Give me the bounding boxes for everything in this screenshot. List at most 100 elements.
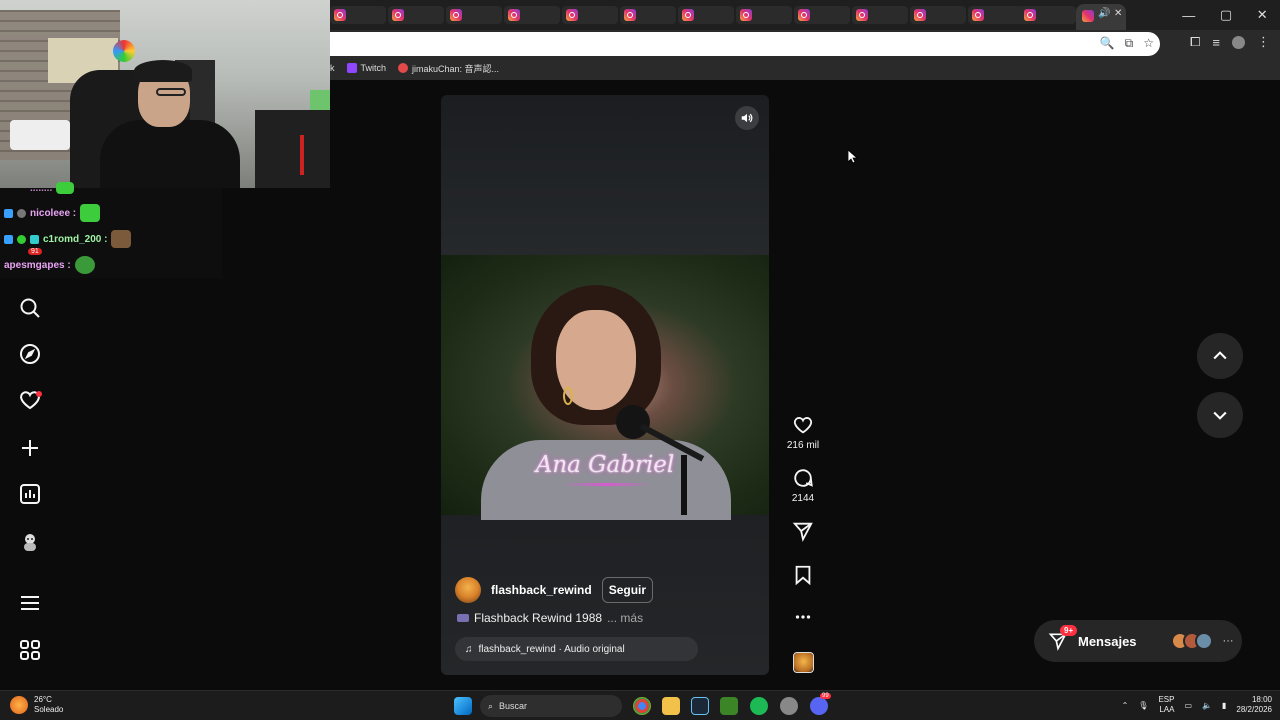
browser-tab[interactable] bbox=[330, 6, 386, 24]
windows-start-icon[interactable] bbox=[454, 697, 472, 715]
instagram-icon bbox=[856, 9, 868, 21]
notification-dot bbox=[36, 391, 42, 397]
chart-icon bbox=[20, 484, 40, 504]
chat-emote bbox=[80, 204, 101, 222]
url-input[interactable]: 🔍 ⧉ ☆ bbox=[330, 32, 1160, 56]
browser-toolbar: ⧠ ≡ ⋮ bbox=[1190, 34, 1270, 50]
minimize-button[interactable]: — bbox=[1182, 8, 1195, 23]
reel-video[interactable]: Ana Gabriel bbox=[441, 255, 769, 520]
app-icon[interactable] bbox=[780, 697, 798, 715]
file-explorer-icon[interactable] bbox=[662, 697, 680, 715]
chat-emote bbox=[56, 182, 75, 194]
browser-tab-active[interactable]: 🔊 ✕ bbox=[1076, 4, 1126, 30]
address-bar-row: 🔍 ⧉ ☆ ⧠ ≡ ⋮ bbox=[330, 30, 1280, 56]
discord-badge: 99 bbox=[820, 693, 831, 699]
share-action[interactable] bbox=[783, 520, 823, 545]
browser-tab[interactable] bbox=[620, 6, 676, 24]
browser-tab[interactable] bbox=[852, 6, 908, 24]
messages-button[interactable]: 9+ Mensajes ··· bbox=[1034, 620, 1242, 662]
kebab-menu-icon[interactable]: ⋮ bbox=[1257, 34, 1270, 50]
streamer-body bbox=[100, 120, 240, 188]
plant bbox=[310, 90, 330, 110]
browser-tab[interactable] bbox=[968, 6, 1024, 24]
weather-widget[interactable]: 26°C Soleado bbox=[10, 695, 63, 715]
browser-tab[interactable] bbox=[388, 6, 444, 24]
battery-icon[interactable]: ▮ bbox=[1222, 701, 1226, 710]
browser-tab[interactable] bbox=[678, 6, 734, 24]
volume-icon[interactable]: 🔈 bbox=[1202, 701, 1212, 710]
maximize-button[interactable]: ▢ bbox=[1220, 7, 1232, 23]
previous-reel-button[interactable] bbox=[1197, 333, 1243, 379]
avatar bbox=[1194, 632, 1213, 650]
profile-avatar[interactable] bbox=[1232, 35, 1245, 49]
speaker-icon[interactable]: 🔊 bbox=[1098, 8, 1110, 19]
browser-tab[interactable] bbox=[794, 6, 850, 24]
wall-clock bbox=[113, 40, 135, 62]
chrome-icon[interactable] bbox=[633, 697, 651, 715]
author-username[interactable]: flashback_rewind bbox=[491, 583, 592, 597]
zoom-icon[interactable]: 🔍 bbox=[1100, 36, 1115, 51]
steam-icon[interactable] bbox=[691, 697, 709, 715]
chevron-up-icon[interactable]: ⌃ bbox=[1122, 701, 1129, 710]
instagram-icon bbox=[1024, 9, 1036, 21]
mute-button[interactable] bbox=[735, 106, 759, 130]
browser-tab[interactable] bbox=[1020, 6, 1076, 24]
nav-also-from-meta[interactable] bbox=[18, 638, 42, 662]
nav-notifications[interactable] bbox=[18, 388, 42, 412]
discord-icon[interactable] bbox=[810, 697, 828, 715]
nav-search[interactable] bbox=[18, 296, 42, 320]
cassette-icon bbox=[457, 614, 469, 622]
close-tab-icon[interactable]: ✕ bbox=[1114, 8, 1122, 19]
like-action[interactable]: 216 mil bbox=[783, 414, 823, 451]
star-icon[interactable]: ☆ bbox=[1143, 36, 1154, 51]
reel-card[interactable]: Ana Gabriel flashback_rewind Seguir Flas… bbox=[441, 95, 769, 675]
microphone-icon[interactable]: 🎙 bbox=[1138, 701, 1148, 710]
monitor-light bbox=[300, 135, 304, 175]
more-options-action[interactable] bbox=[783, 606, 823, 631]
nav-dashboard[interactable] bbox=[18, 482, 42, 506]
bookmarks-bar: k Twitch jimakuChan: 音声認... bbox=[330, 56, 1280, 80]
nav-profile[interactable] bbox=[18, 530, 42, 554]
bookmark-icon bbox=[795, 565, 811, 586]
media-icon[interactable]: ≡ bbox=[1212, 35, 1220, 50]
comment-action[interactable]: 2144 bbox=[783, 467, 823, 504]
browser-tab[interactable] bbox=[504, 6, 560, 24]
chat-username: apesmgapes : bbox=[4, 259, 71, 271]
language-indicator[interactable]: ESP LAA bbox=[1158, 695, 1174, 715]
browser-tab[interactable] bbox=[446, 6, 502, 24]
next-reel-button[interactable] bbox=[1197, 392, 1243, 438]
stream-chat: ........ nicoleee : c1romd_200 : apesmga… bbox=[0, 182, 222, 278]
nav-more[interactable] bbox=[18, 591, 42, 615]
more-link[interactable]: ... más bbox=[607, 611, 643, 625]
streamer-hair bbox=[134, 60, 192, 82]
nav-explore[interactable] bbox=[18, 342, 42, 366]
send-icon bbox=[792, 522, 813, 542]
install-icon[interactable]: ⧉ bbox=[1125, 36, 1134, 51]
bookmark-jimakuchan[interactable]: jimakuChan: 音声認... bbox=[398, 62, 499, 75]
bookmark-item[interactable]: k bbox=[330, 63, 335, 73]
save-action[interactable] bbox=[783, 564, 823, 589]
instagram-icon bbox=[682, 9, 694, 21]
browser-tab[interactable] bbox=[562, 6, 618, 24]
minecraft-icon[interactable] bbox=[720, 697, 738, 715]
chat-username: c1romd_200 : bbox=[43, 233, 108, 245]
taskbar-search[interactable]: ⌕ Buscar bbox=[480, 695, 622, 717]
plus-icon bbox=[22, 440, 38, 456]
nav-create[interactable] bbox=[18, 436, 42, 460]
clock[interactable]: 18:00 28/2/2026 bbox=[1236, 695, 1272, 715]
spotify-icon[interactable] bbox=[750, 697, 768, 715]
extensions-icon[interactable]: ⧠ bbox=[1190, 34, 1200, 50]
browser-tab[interactable] bbox=[736, 6, 792, 24]
audio-link[interactable]: ♫ flashback_rewind · Audio original bbox=[455, 637, 698, 661]
close-window-button[interactable]: ✕ bbox=[1257, 7, 1268, 23]
video-caption: Ana Gabriel bbox=[535, 452, 675, 478]
audio-thumbnail[interactable] bbox=[793, 652, 814, 673]
badge-icon bbox=[17, 208, 26, 218]
network-icon[interactable]: ▭ bbox=[1184, 701, 1192, 710]
browser-tab[interactable] bbox=[910, 6, 966, 24]
author-avatar[interactable] bbox=[455, 577, 481, 603]
search-placeholder: Buscar bbox=[499, 701, 528, 711]
bookmark-twitch[interactable]: Twitch bbox=[346, 63, 386, 73]
instagram-icon bbox=[392, 9, 404, 21]
follow-button[interactable]: Seguir bbox=[601, 577, 654, 603]
